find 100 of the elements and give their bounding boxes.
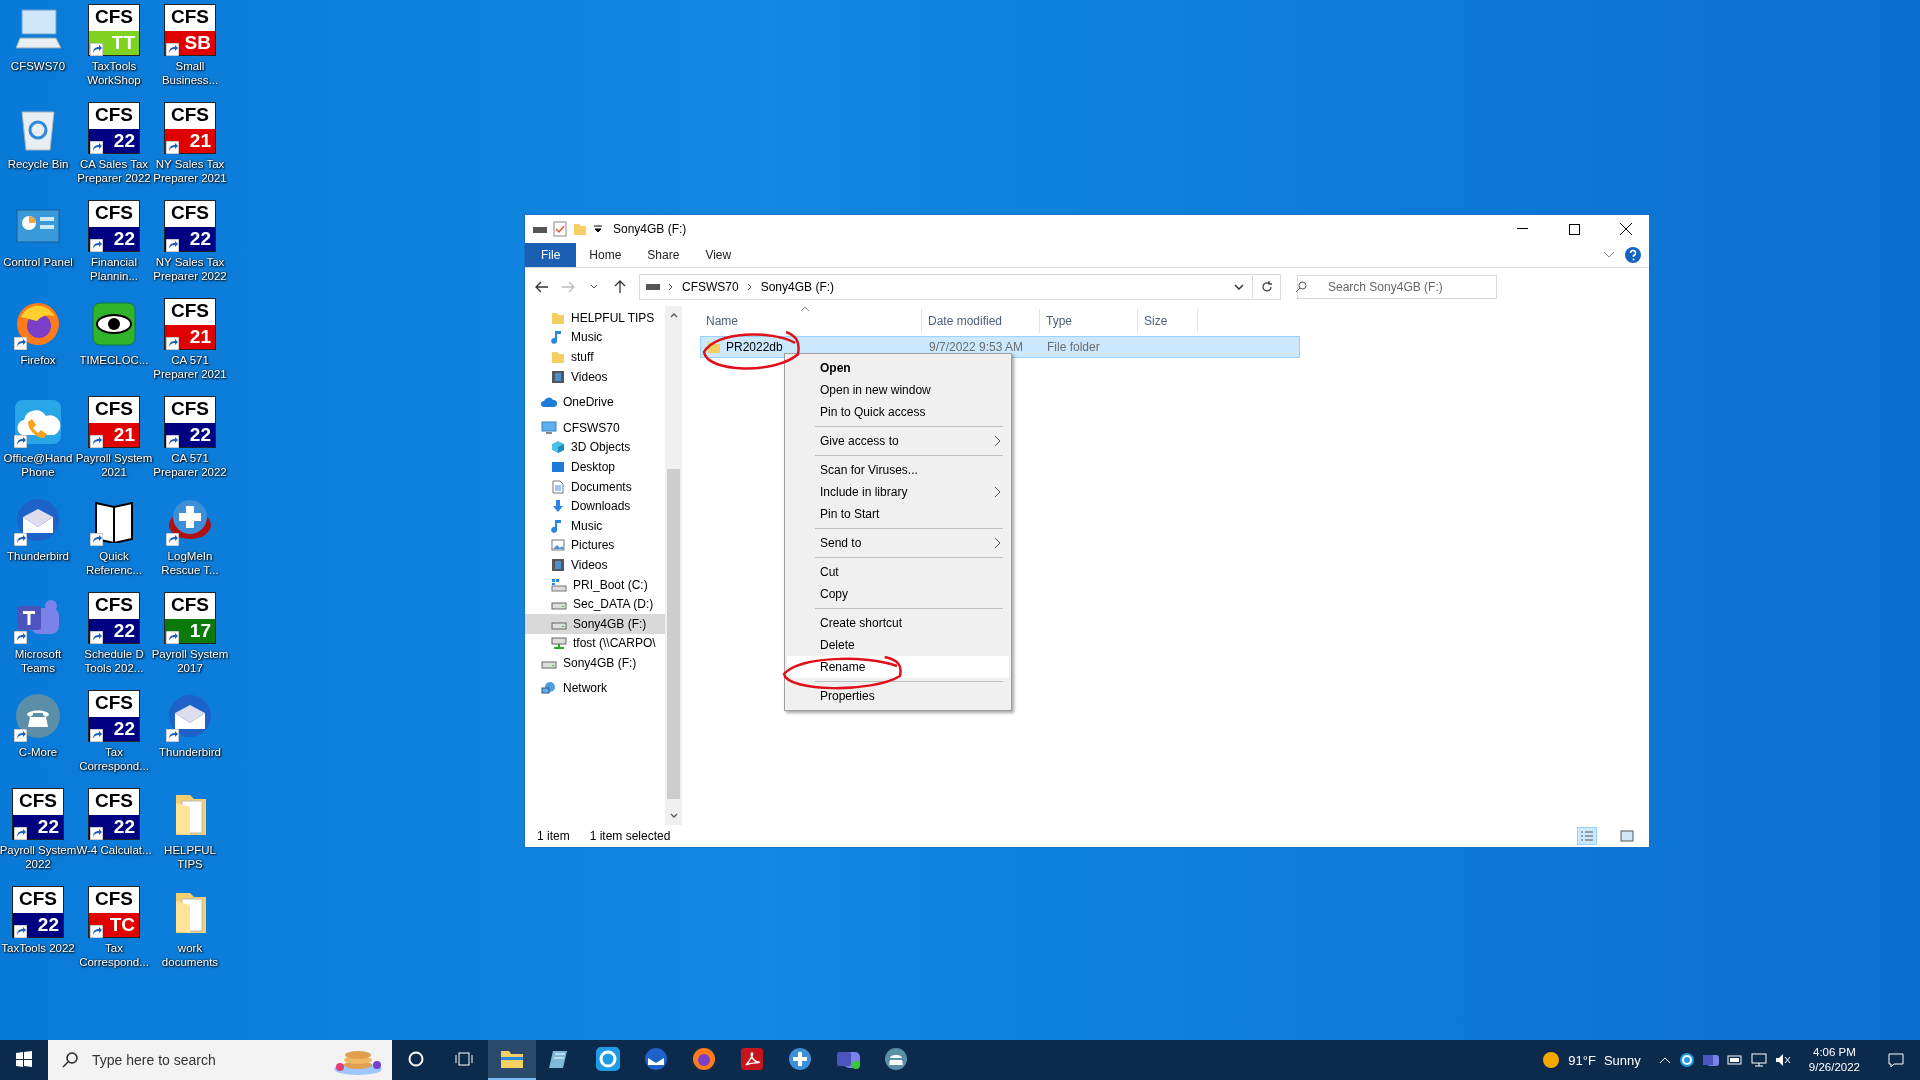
breadcrumb[interactable]: CFSWS70	[682, 280, 739, 294]
icon-label[interactable]: Thunderbird	[0, 549, 77, 563]
nav-label[interactable]: Sony4GB (F:)	[563, 655, 637, 670]
icon-label[interactable]: Control Panel	[0, 255, 77, 269]
menu-item[interactable]: Properties	[787, 685, 1009, 707]
icon-label[interactable]: TaxTools WorkShop	[75, 59, 153, 87]
desktop-shortcut[interactable]: Office@Hand Phone	[0, 396, 76, 494]
icon-label[interactable]: CA 571 Preparer 2021	[151, 353, 229, 381]
checklist-icon[interactable]	[553, 221, 567, 237]
nav-label[interactable]: Desktop	[571, 459, 616, 474]
notifications-icon[interactable]	[1888, 1052, 1904, 1068]
menu-item[interactable]: Give access to	[787, 430, 1009, 452]
desktop-shortcut[interactable]: CFS 21 CA 571 Preparer 2021	[152, 298, 228, 396]
icon-label[interactable]: CFSWS70	[0, 59, 77, 73]
icon-label[interactable]: Microsoft Teams	[0, 647, 77, 675]
desktop-shortcut[interactable]: Thunderbird	[0, 494, 76, 592]
desktop-shortcut[interactable]: C-More	[0, 690, 76, 788]
icon-label[interactable]: Tax Correspond...	[75, 745, 153, 773]
nav-item[interactable]: Music	[525, 327, 665, 348]
taskbar-search-field[interactable]: Type here to search	[48, 1040, 392, 1080]
desktop-shortcut[interactable]: CFS 22 W-4 Calculat...	[76, 788, 152, 886]
dropdown-icon[interactable]	[593, 224, 603, 234]
nav-label[interactable]: 3D Objects	[571, 440, 631, 455]
icon-label[interactable]: NY Sales Tax Preparer 2021	[151, 157, 229, 185]
menu-label[interactable]: Send to	[820, 536, 862, 550]
teams-icon[interactable]	[1702, 1052, 1719, 1068]
nav-item[interactable]: HELPFUL TIPS	[525, 308, 665, 328]
nav-item[interactable]: CFSWS70	[525, 417, 665, 438]
desktop-shortcut[interactable]: Thunderbird	[152, 690, 228, 788]
speaker-muted-icon[interactable]	[1774, 1053, 1791, 1067]
desktop-shortcut[interactable]: LogMeIn Rescue T...	[152, 494, 228, 592]
desktop-shortcut[interactable]: CFS 22 Payroll System 2022	[0, 788, 76, 886]
desktop-shortcut[interactable]: CFS TT TaxTools WorkShop	[76, 4, 152, 102]
icon-label[interactable]: TIMECLOC...	[75, 353, 153, 367]
nav-item[interactable]: Videos	[525, 366, 665, 387]
sync-icon[interactable]	[1678, 1052, 1695, 1068]
nav-label[interactable]: CFSWS70	[563, 420, 620, 435]
desktop-shortcut[interactable]: CFSWS70	[0, 4, 76, 102]
desktop-shortcut[interactable]: TIMECLOC...	[76, 298, 152, 396]
icon-label[interactable]: C-More	[0, 745, 77, 759]
menu-label[interactable]: Pin to Start	[820, 507, 880, 521]
menu-item[interactable]: Copy	[787, 583, 1009, 605]
weather-condition[interactable]: Sunny	[1603, 1052, 1641, 1068]
desktop-shortcut[interactable]: CFS 22 CA 571 Preparer 2022	[152, 396, 228, 494]
desktop-shortcut[interactable]: Firefox	[0, 298, 76, 396]
nav-item[interactable]: OneDrive	[525, 392, 665, 412]
icon-label[interactable]: Payroll System 2022	[0, 843, 77, 871]
menu-item[interactable]: Delete	[787, 634, 1009, 656]
breadcrumb[interactable]: Sony4GB (F:)	[760, 280, 835, 294]
desktop-shortcut[interactable]: CFS 22 Tax Correspond...	[76, 690, 152, 788]
desktop-shortcut[interactable]: CFS TC Tax Correspond...	[76, 886, 152, 984]
nav-item[interactable]: tfost (\\CARPO\	[525, 633, 665, 654]
icon-label[interactable]: W-4 Calculat...	[75, 843, 153, 857]
nav-item[interactable]: PRI_Boot (C:)	[525, 574, 665, 595]
nav-item[interactable]: Sony4GB (F:)	[525, 653, 665, 673]
menu-label[interactable]: Cut	[820, 565, 839, 579]
nav-label[interactable]: OneDrive	[563, 395, 614, 410]
nav-item[interactable]: stuff	[525, 347, 665, 367]
battery-icon[interactable]	[1726, 1053, 1743, 1067]
clock[interactable]: 4:06 PM 9/26/2022	[1808, 1045, 1860, 1075]
menu-item[interactable]: Include in library	[787, 481, 1009, 503]
desktop-shortcut[interactable]: CFS 21 NY Sales Tax Preparer 2021	[152, 102, 228, 200]
ribbon-tab[interactable]: Share	[634, 243, 693, 267]
nav-item[interactable]: Desktop	[525, 457, 665, 477]
nav-label[interactable]: Sony4GB (F:)	[573, 616, 647, 631]
ribbon-tab[interactable]: View	[692, 243, 745, 267]
menu-item[interactable]: Cut	[787, 561, 1009, 583]
column-header[interactable]: Type	[1040, 309, 1138, 333]
nav-item[interactable]: Downloads	[525, 496, 665, 516]
desktop-shortcut[interactable]: CFS 21 Payroll System 2021	[76, 396, 152, 494]
column-header[interactable]: Size	[1138, 309, 1198, 333]
menu-label[interactable]: Scan for Viruses...	[820, 463, 918, 477]
icon-label[interactable]: Payroll System 2021	[75, 451, 153, 479]
nav-label[interactable]: tfost (\\CARPO\	[573, 636, 656, 651]
address-bar[interactable]: CFSWS70 Sony4GB (F:)	[639, 274, 1281, 300]
menu-label[interactable]: Include in library	[820, 485, 908, 499]
scrollbar-thumb[interactable]	[667, 469, 680, 799]
scroll-down-icon[interactable]	[669, 813, 678, 819]
icon-label[interactable]: TaxTools 2022	[0, 941, 77, 955]
help-icon[interactable]	[1625, 247, 1641, 263]
desktop-shortcut[interactable]: Control Panel	[0, 200, 76, 298]
desktop-shortcut[interactable]: CFS 22 Financial Plannin...	[76, 200, 152, 298]
ribbon-tab[interactable]: Home	[576, 243, 635, 267]
icon-label[interactable]: LogMeIn Rescue T...	[151, 549, 229, 577]
icon-label[interactable]: Small Business...	[151, 59, 229, 87]
menu-item[interactable]: Send to	[787, 532, 1009, 554]
sun-icon[interactable]	[1542, 1051, 1561, 1069]
icon-label[interactable]: Tax Correspond...	[75, 941, 153, 969]
menu-label[interactable]: Pin to Quick access	[820, 405, 926, 419]
search-field[interactable]: Search Sony4GB (F:)	[1297, 275, 1497, 299]
nav-item[interactable]: Videos	[525, 555, 665, 575]
icon-label[interactable]: Quick Referenc...	[75, 549, 153, 577]
chevron-up-icon[interactable]	[1658, 1056, 1671, 1064]
desktop-shortcut[interactable]: CFS 22 NY Sales Tax Preparer 2022	[152, 200, 228, 298]
icon-label[interactable]: Recycle Bin	[0, 157, 77, 171]
menu-label[interactable]: Delete	[820, 638, 855, 652]
file-row[interactable]: PR2022db 9/7/2022 9:53 AM File folder	[700, 336, 1300, 358]
nav-label[interactable]: Videos	[571, 369, 608, 384]
taskbar-app[interactable]	[488, 1040, 536, 1080]
nav-label[interactable]: stuff	[571, 350, 594, 364]
